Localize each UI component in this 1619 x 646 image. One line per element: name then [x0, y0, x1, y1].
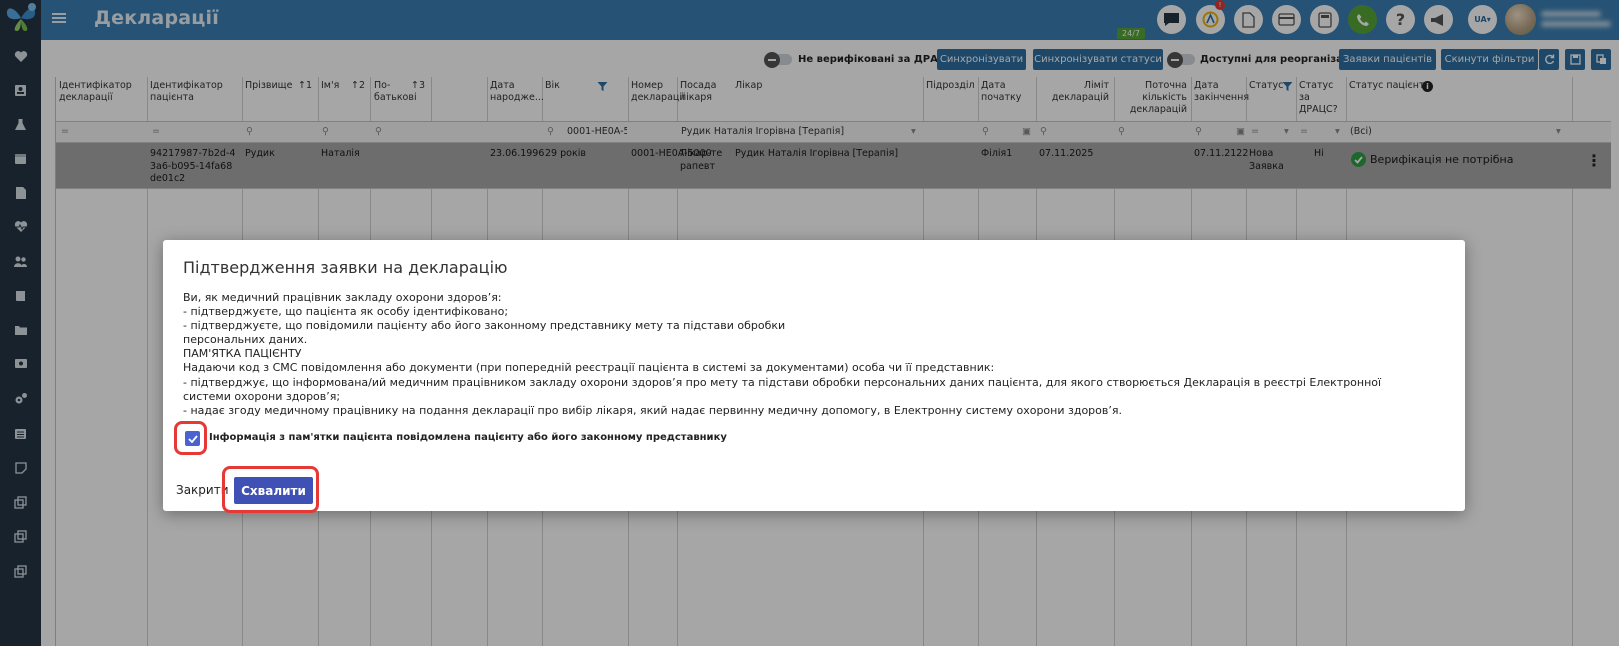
dialog-body: Ви, як медичний працівник закладу охорон…	[183, 291, 1413, 418]
confirm-declaration-dialog: Підтвердження заявки на декларацію Ви, я…	[163, 240, 1465, 513]
confirm-checkbox[interactable]	[185, 431, 200, 446]
checkbox-label[interactable]: Інформація з пам'ятки пацієнта повідомле…	[209, 432, 727, 443]
approve-button[interactable]: Схвалити	[234, 477, 313, 504]
check-icon	[187, 434, 198, 443]
dialog-title: Підтвердження заявки на декларацію	[183, 258, 508, 277]
close-button[interactable]: Закрити	[176, 483, 229, 497]
dialog-text: Ви, як медичний працівник закладу охорон…	[183, 291, 1382, 417]
